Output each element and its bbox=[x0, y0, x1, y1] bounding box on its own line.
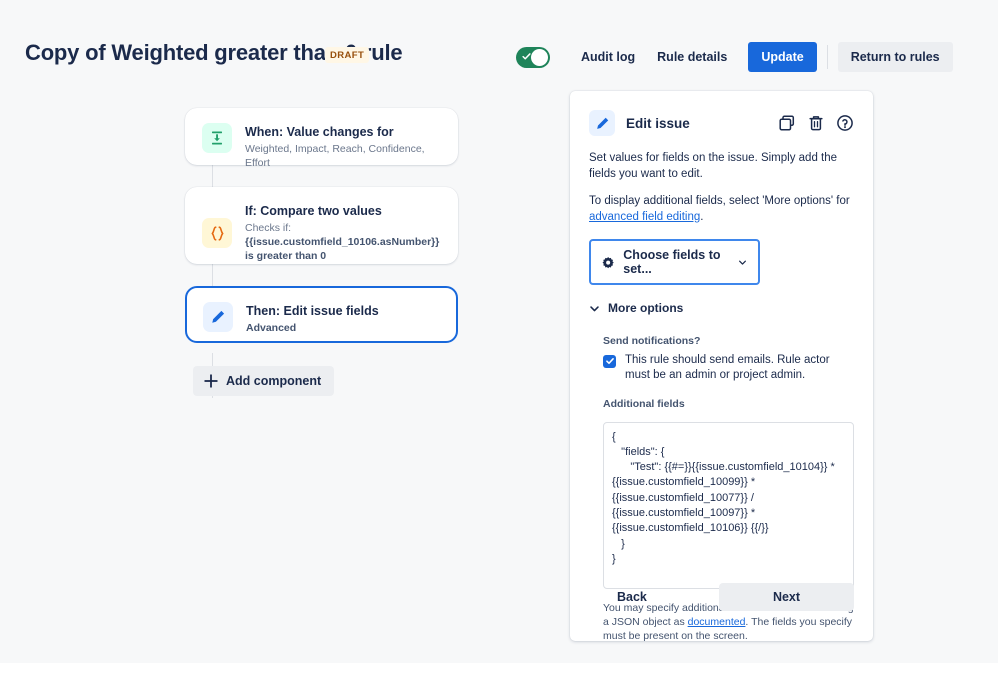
toggle-knob bbox=[531, 48, 548, 66]
gear-icon bbox=[602, 256, 614, 268]
flow-card-title: If: Compare two values bbox=[245, 204, 382, 218]
more-options-toggle[interactable]: More options bbox=[589, 301, 683, 315]
panel-description-1: Set values for fields on the issue. Simp… bbox=[589, 152, 838, 180]
panel-description-2-prefix: To display additional fields, select 'Mo… bbox=[589, 195, 850, 207]
page-header: Copy of Weighted greater than 0 rule DRA… bbox=[0, 0, 998, 90]
pencil-glyph bbox=[212, 310, 225, 323]
flow-card-condition: {{issue.customfield_10106.asNumber}} is … bbox=[245, 236, 440, 262]
send-notifications-checkbox[interactable] bbox=[603, 354, 616, 368]
flow-card-body: Then: Edit issue fields Advanced bbox=[246, 302, 379, 335]
back-button[interactable]: Back bbox=[603, 583, 661, 611]
flow-card-title: Then: Edit issue fields bbox=[246, 304, 379, 318]
pencil-icon bbox=[589, 110, 615, 136]
flow-card-subtitle: Checks if: bbox=[245, 222, 292, 234]
audit-log-button[interactable]: Audit log bbox=[570, 42, 646, 72]
panel-title: Edit issue bbox=[626, 115, 690, 131]
more-options-label: More options bbox=[608, 301, 684, 315]
flow-card-then[interactable]: Then: Edit issue fields Advanced bbox=[185, 286, 458, 343]
bottom-bar bbox=[0, 663, 998, 679]
add-component-label: Add component bbox=[226, 374, 322, 388]
flow-card-body: If: Compare two values Checks if: {{issu… bbox=[245, 202, 441, 263]
flow-card-subtitle: Advanced bbox=[246, 321, 379, 335]
chevron-down-icon bbox=[739, 260, 746, 265]
panel-tools bbox=[778, 114, 854, 132]
check-icon bbox=[605, 358, 614, 365]
choose-fields-dropdown[interactable]: Choose fields to set... bbox=[589, 239, 760, 285]
advanced-field-editing-link[interactable]: advanced field editing bbox=[589, 211, 700, 223]
status-badge: DRAFT bbox=[325, 47, 370, 63]
trash-icon[interactable] bbox=[807, 114, 825, 132]
flow-card-when[interactable]: When: Value changes for Weighted, Impact… bbox=[185, 108, 458, 169]
flow-card-if[interactable]: If: Compare two values Checks if: {{issu… bbox=[185, 187, 458, 264]
send-notifications-label: Send notifications? bbox=[603, 334, 701, 347]
choose-fields-label: Choose fields to set... bbox=[623, 248, 721, 276]
chevron-down-icon bbox=[590, 305, 599, 311]
pencil-glyph bbox=[596, 117, 608, 129]
update-button[interactable]: Update bbox=[748, 42, 817, 72]
check-icon bbox=[522, 52, 531, 59]
add-component-button[interactable]: Add component bbox=[193, 366, 335, 396]
panel-description-2: To display additional fields, select 'Mo… bbox=[589, 194, 854, 225]
edit-issue-panel: Edit issue Set values for fields on the … bbox=[570, 91, 873, 642]
panel-footer: Back Next bbox=[603, 583, 854, 611]
send-notifications-checkbox-row[interactable]: This rule should send emails. Rule actor… bbox=[603, 353, 854, 384]
flow-card-title: When: Value changes for bbox=[245, 125, 394, 139]
next-button[interactable]: Next bbox=[719, 583, 854, 611]
send-notifications-text: This rule should send emails. Rule actor… bbox=[625, 353, 830, 382]
curly-braces-icon bbox=[202, 218, 232, 248]
value-change-icon bbox=[202, 123, 232, 153]
duplicate-icon[interactable] bbox=[778, 114, 796, 132]
flow-card-subtitle-text: Advanced bbox=[246, 322, 297, 334]
curly-braces-glyph bbox=[210, 225, 224, 241]
header-divider bbox=[826, 45, 828, 69]
value-change-glyph bbox=[212, 131, 222, 145]
return-to-rules-button[interactable]: Return to rules bbox=[837, 42, 953, 72]
additional-fields-textarea[interactable] bbox=[603, 421, 854, 589]
header-actions: Audit log Rule details Update Return to … bbox=[516, 42, 953, 72]
rule-enabled-toggle[interactable] bbox=[516, 46, 550, 68]
panel-header: Edit issue bbox=[589, 109, 854, 137]
send-notifications-field: Send notifications? This rule should sen… bbox=[589, 335, 854, 384]
panel-description-2-suffix: . bbox=[700, 210, 704, 223]
flow-card-body: When: Value changes for Weighted, Impact… bbox=[245, 123, 441, 170]
help-icon[interactable] bbox=[836, 114, 854, 132]
documented-link[interactable]: documented bbox=[688, 616, 746, 628]
flow-card-subtitle: Weighted, Impact, Reach, Confidence, Eff… bbox=[245, 143, 425, 169]
additional-fields-label: Additional fields bbox=[603, 397, 685, 410]
plus-icon bbox=[204, 374, 218, 388]
pencil-icon bbox=[203, 302, 233, 332]
rule-details-button[interactable]: Rule details bbox=[646, 42, 738, 72]
